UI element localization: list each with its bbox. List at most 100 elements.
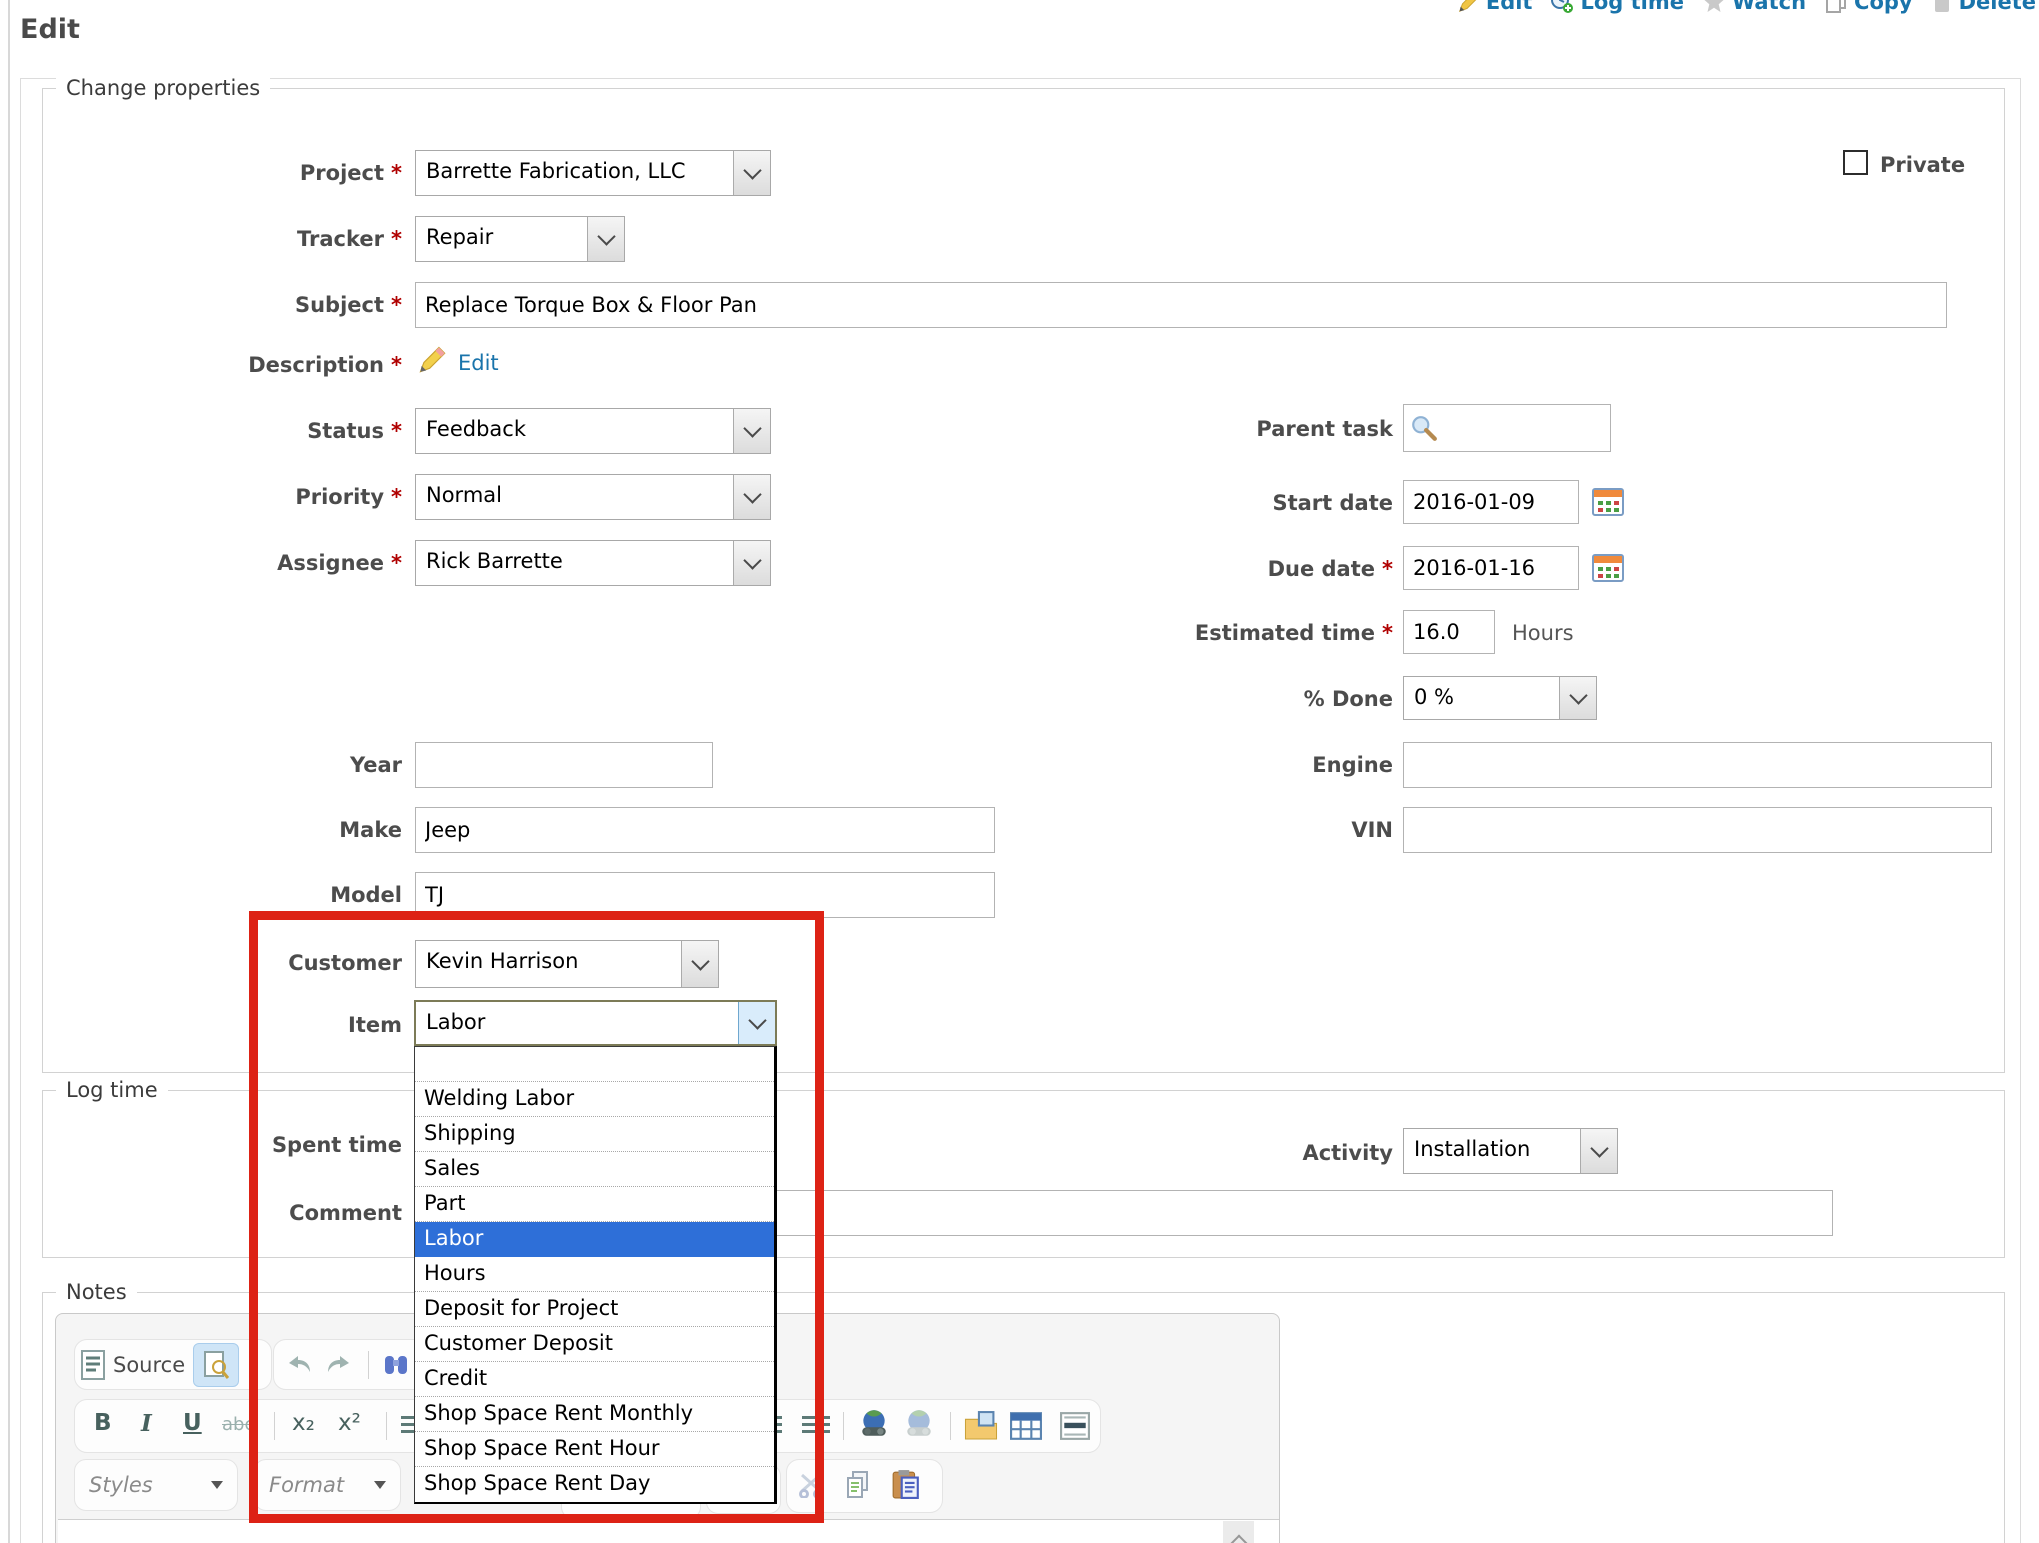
- item-dropdown-option[interactable]: Customer Deposit: [415, 1327, 774, 1362]
- customer-select[interactable]: Kevin Harrison: [415, 940, 719, 988]
- chevron-down-icon: [743, 551, 761, 569]
- redo-button[interactable]: [326, 1354, 354, 1376]
- item-dropdown-option[interactable]: Shop Space Rent Hour: [415, 1432, 774, 1467]
- item-dropdown-option[interactable]: Sales: [415, 1152, 774, 1187]
- subject-input[interactable]: [415, 282, 1947, 328]
- unlink-icon: [902, 1408, 936, 1440]
- change-properties-legend: Change properties: [56, 75, 270, 101]
- chevron-down-icon: [743, 161, 761, 179]
- toolbar-separator: [950, 1412, 951, 1440]
- insert-table-button[interactable]: [1010, 1412, 1042, 1440]
- activity-select-arrow[interactable]: [1580, 1129, 1617, 1173]
- preview-button[interactable]: [193, 1343, 239, 1387]
- justify-button[interactable]: [802, 1416, 830, 1436]
- horizontal-rule-button[interactable]: [1060, 1412, 1090, 1440]
- delete-action-link[interactable]: Delete: [1931, 0, 2036, 14]
- private-label: Private: [1880, 152, 1965, 178]
- item-label: Item: [120, 1012, 402, 1038]
- link-button[interactable]: [857, 1408, 891, 1440]
- watch-action-link[interactable]: Watch: [1702, 0, 1806, 14]
- priority-select-arrow[interactable]: [733, 475, 770, 519]
- item-dropdown-option[interactable]: Labor: [415, 1222, 774, 1257]
- superscript-button[interactable]: x²: [338, 1410, 361, 1436]
- watch-action-label: Watch: [1732, 0, 1806, 14]
- copy-action-link[interactable]: Copy: [1824, 0, 1913, 14]
- italic-button[interactable]: I: [141, 1410, 152, 1437]
- required-marker: *: [391, 419, 402, 443]
- model-label: Model: [120, 882, 402, 908]
- toolbar-separator: [274, 1412, 275, 1440]
- item-dropdown-option[interactable]: Hours: [415, 1257, 774, 1292]
- item-dropdown-option[interactable]: [415, 1047, 774, 1082]
- chevron-down-icon: [691, 952, 709, 970]
- engine-label: Engine: [1000, 752, 1393, 778]
- bold-button[interactable]: B: [94, 1410, 112, 1436]
- edit-action-link[interactable]: Edit: [1456, 0, 1533, 14]
- log-time-action-link[interactable]: Log time: [1550, 0, 1684, 14]
- priority-select-value: Normal: [416, 475, 733, 519]
- due-date-input[interactable]: [1403, 546, 1579, 590]
- undo-button[interactable]: [284, 1354, 312, 1376]
- item-dropdown-option[interactable]: Shipping: [415, 1117, 774, 1152]
- item-select-arrow[interactable]: [738, 1002, 775, 1044]
- start-date-calendar-icon[interactable]: [1592, 486, 1624, 516]
- estimated-time-input[interactable]: [1403, 610, 1495, 654]
- year-label: Year: [120, 752, 402, 778]
- done-ratio-select-arrow[interactable]: [1559, 677, 1596, 719]
- item-dropdown-option[interactable]: Shop Space Rent Monthly: [415, 1397, 774, 1432]
- required-marker: *: [1382, 557, 1393, 581]
- status-select-arrow[interactable]: [733, 409, 770, 453]
- customer-select-arrow[interactable]: [681, 941, 718, 987]
- project-select-value: Barrette Fabrication, LLC: [416, 151, 733, 195]
- styles-dropdown[interactable]: Styles: [74, 1459, 238, 1511]
- paste-button[interactable]: [892, 1469, 920, 1499]
- required-marker: *: [391, 161, 402, 185]
- unlink-button[interactable]: [902, 1408, 936, 1440]
- make-label: Make: [120, 817, 402, 843]
- editor-scrollbar[interactable]: [1223, 1521, 1254, 1543]
- item-dropdown-option[interactable]: Credit: [415, 1362, 774, 1397]
- year-input[interactable]: [415, 742, 713, 788]
- item-dropdown-option[interactable]: Welding Labor: [415, 1082, 774, 1117]
- copy-button[interactable]: [844, 1470, 872, 1500]
- item-dropdown-option[interactable]: Shop Space Rent Day: [415, 1467, 774, 1502]
- status-select-value: Feedback: [416, 409, 733, 453]
- make-input[interactable]: [415, 807, 995, 853]
- vin-input[interactable]: [1403, 807, 1992, 853]
- cut-button[interactable]: [798, 1472, 826, 1498]
- editor-content-area[interactable]: [58, 1519, 1279, 1543]
- find-button[interactable]: [383, 1352, 409, 1378]
- assignee-select-arrow[interactable]: [733, 541, 770, 585]
- priority-select[interactable]: Normal: [415, 474, 771, 520]
- description-edit-link[interactable]: Edit: [458, 351, 499, 375]
- format-dropdown-label: Format: [269, 1473, 344, 1497]
- strikethrough-button[interactable]: abc: [222, 1414, 254, 1435]
- copy-icon: [1824, 0, 1848, 14]
- activity-select[interactable]: Installation: [1403, 1128, 1618, 1174]
- delete-action-label: Delete: [1959, 0, 2036, 14]
- due-date-calendar-icon[interactable]: [1592, 552, 1624, 582]
- log-time-legend: Log time: [56, 1077, 168, 1103]
- engine-input[interactable]: [1403, 742, 1992, 788]
- insert-image-button[interactable]: [964, 1410, 998, 1440]
- model-input[interactable]: [415, 872, 995, 918]
- item-select[interactable]: Labor: [414, 1000, 777, 1046]
- status-select[interactable]: Feedback: [415, 408, 771, 454]
- tracker-select-arrow[interactable]: [587, 217, 624, 261]
- subscript-button[interactable]: x₂: [292, 1410, 315, 1436]
- chevron-down-icon: [1569, 686, 1587, 704]
- format-dropdown[interactable]: Format: [254, 1459, 401, 1511]
- start-date-input[interactable]: [1403, 480, 1579, 524]
- project-select[interactable]: Barrette Fabrication, LLC: [415, 150, 771, 196]
- trash-icon: [1931, 0, 1953, 14]
- done-ratio-select[interactable]: 0 %: [1403, 676, 1597, 720]
- link-icon: [857, 1408, 891, 1440]
- item-dropdown-option[interactable]: Part: [415, 1187, 774, 1222]
- underline-button[interactable]: U: [183, 1410, 202, 1436]
- assignee-select[interactable]: Rick Barrette: [415, 540, 771, 586]
- private-checkbox[interactable]: [1843, 150, 1868, 175]
- project-select-arrow[interactable]: [733, 151, 770, 195]
- source-button[interactable]: Source: [113, 1353, 185, 1377]
- tracker-select[interactable]: Repair: [415, 216, 625, 262]
- item-dropdown-option[interactable]: Deposit for Project: [415, 1292, 774, 1327]
